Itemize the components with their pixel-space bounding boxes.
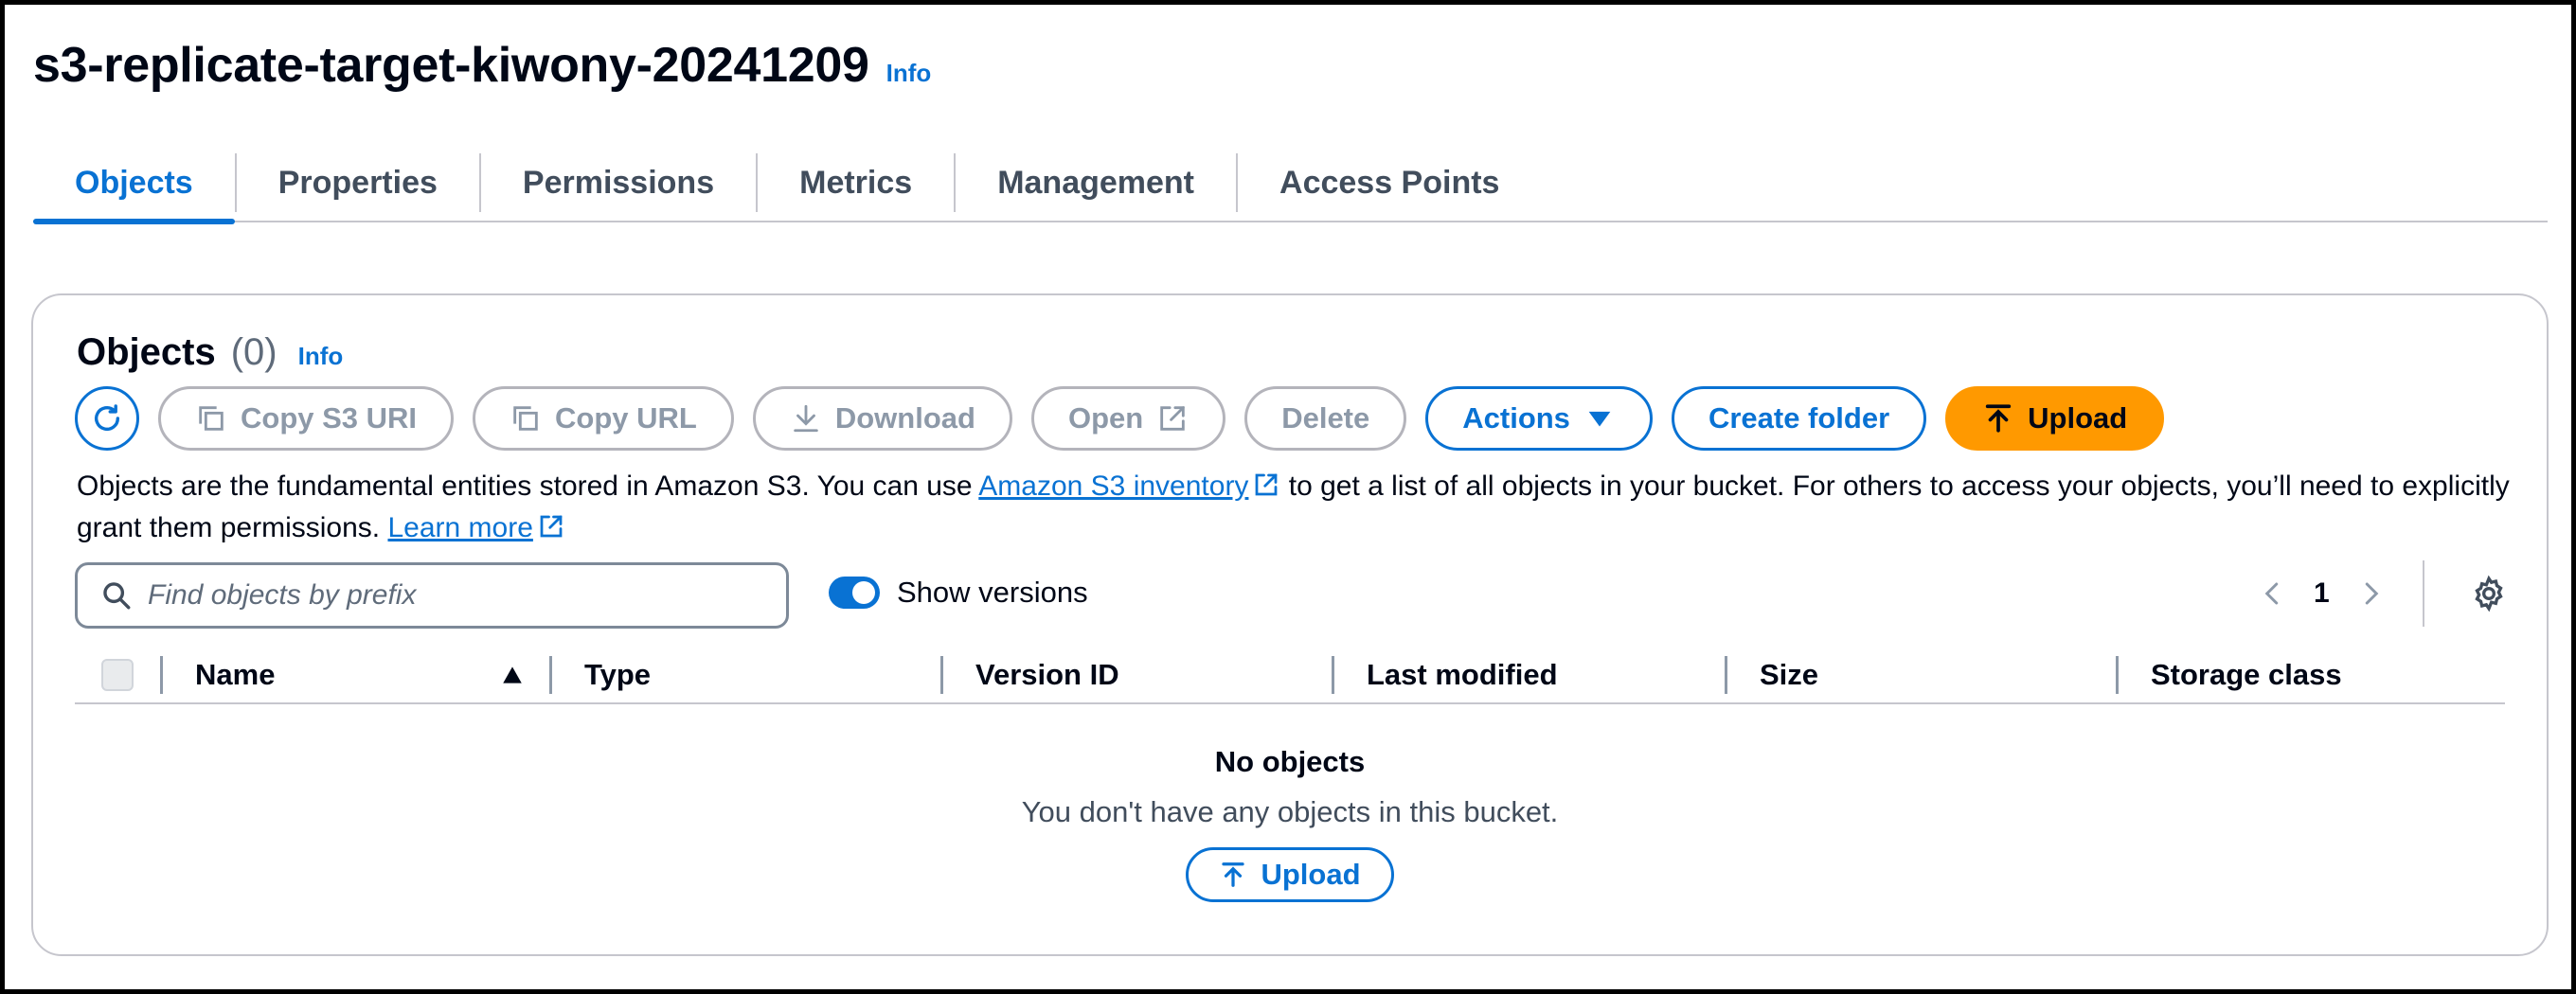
current-page[interactable]: 1 — [2314, 577, 2330, 610]
objects-panel: Objects (0) Info Copy S3 URI Copy URL Do… — [31, 293, 2549, 956]
empty-state-subtitle: You don't have any objects in this bucke… — [1021, 795, 1559, 828]
copy-icon — [195, 402, 227, 435]
chevron-right-icon[interactable] — [2356, 579, 2385, 608]
actions-dropdown[interactable]: Actions — [1425, 386, 1653, 451]
bucket-tabs: Objects Properties Permissions Metrics M… — [33, 145, 2548, 224]
copy-icon — [510, 402, 542, 435]
show-versions: Show versions — [829, 576, 1088, 610]
objects-toolbar: Copy S3 URI Copy URL Download Open Delet… — [75, 386, 2165, 451]
gear-icon[interactable] — [2470, 575, 2508, 612]
upload-label: Upload — [2028, 401, 2128, 435]
empty-upload-label: Upload — [1261, 858, 1361, 891]
objects-count: (0) — [230, 331, 277, 373]
external-link-icon — [1156, 402, 1189, 435]
empty-state-actions: Upload — [33, 847, 2547, 902]
download-icon — [790, 402, 822, 435]
upload-icon — [1982, 402, 2014, 435]
tab-metrics[interactable]: Metrics — [758, 145, 954, 221]
delete-label: Delete — [1281, 401, 1370, 435]
copy-url-button[interactable]: Copy URL — [473, 386, 734, 451]
chevron-left-icon[interactable] — [2259, 579, 2287, 608]
window-frame: s3-replicate-target-kiwony-20241209 Info… — [0, 0, 2576, 994]
empty-upload-button[interactable]: Upload — [1186, 847, 1394, 902]
tab-permissions[interactable]: Permissions — [481, 145, 756, 221]
search-input[interactable] — [148, 579, 754, 612]
objects-panel-header: Objects (0) Info — [77, 331, 343, 374]
refresh-icon — [91, 402, 123, 435]
copy-s3-uri-label: Copy S3 URI — [241, 401, 418, 435]
upload-button[interactable]: Upload — [1945, 386, 2165, 451]
tab-access-points[interactable]: Access Points — [1238, 145, 1541, 221]
column-header-type[interactable]: Type — [552, 658, 940, 692]
column-header-size[interactable]: Size — [1727, 658, 2116, 692]
external-link-icon — [1252, 470, 1280, 498]
page-title: s3-replicate-target-kiwony-20241209 — [33, 38, 869, 93]
create-folder-button[interactable]: Create folder — [1671, 386, 1927, 451]
column-header-storage-class[interactable]: Storage class — [2119, 658, 2342, 692]
show-versions-label: Show versions — [897, 576, 1088, 609]
delete-button[interactable]: Delete — [1244, 386, 1407, 451]
upload-icon — [1219, 861, 1247, 889]
refresh-button[interactable] — [75, 386, 139, 451]
tab-management[interactable]: Management — [956, 145, 1236, 221]
objects-panel-title: Objects — [77, 331, 216, 373]
objects-description: Objects are the fundamental entities sto… — [77, 466, 2511, 549]
copy-url-label: Copy URL — [555, 401, 697, 435]
show-versions-toggle[interactable] — [829, 577, 880, 609]
empty-state-title: No objects — [1214, 745, 1366, 778]
pagination: 1 — [2259, 560, 2508, 627]
download-button[interactable]: Download — [752, 386, 1012, 451]
create-folder-label: Create folder — [1708, 401, 1890, 435]
tab-properties[interactable]: Properties — [237, 145, 479, 221]
description-text: Objects are the fundamental entities sto… — [77, 470, 979, 502]
learn-more-link[interactable]: Learn more — [387, 512, 532, 543]
sort-ascending-icon — [500, 663, 525, 687]
column-header-name[interactable]: Name — [163, 658, 549, 692]
download-label: Download — [834, 401, 975, 435]
table-header: Name Type Version ID Last modified Size … — [75, 648, 2505, 704]
open-label: Open — [1067, 401, 1144, 435]
actions-label: Actions — [1462, 401, 1570, 435]
tab-objects[interactable]: Objects — [33, 145, 235, 224]
external-link-icon — [537, 511, 565, 540]
column-name-label: Name — [195, 658, 276, 691]
column-header-version-id[interactable]: Version ID — [943, 658, 1332, 692]
caret-down-icon — [1583, 402, 1616, 435]
copy-s3-uri-button[interactable]: Copy S3 URI — [158, 386, 455, 451]
page-header: s3-replicate-target-kiwony-20241209 Info — [33, 37, 931, 94]
search-box — [75, 562, 789, 629]
select-all-checkbox[interactable] — [101, 659, 134, 691]
objects-info-link[interactable]: Info — [298, 342, 344, 371]
column-header-last-modified[interactable]: Last modified — [1334, 658, 1725, 692]
search-icon — [100, 579, 133, 612]
open-button[interactable]: Open — [1030, 386, 1226, 451]
pager-divider — [2422, 560, 2424, 627]
inventory-link[interactable]: Amazon S3 inventory — [978, 470, 1248, 502]
header-info-link[interactable]: Info — [886, 59, 932, 88]
